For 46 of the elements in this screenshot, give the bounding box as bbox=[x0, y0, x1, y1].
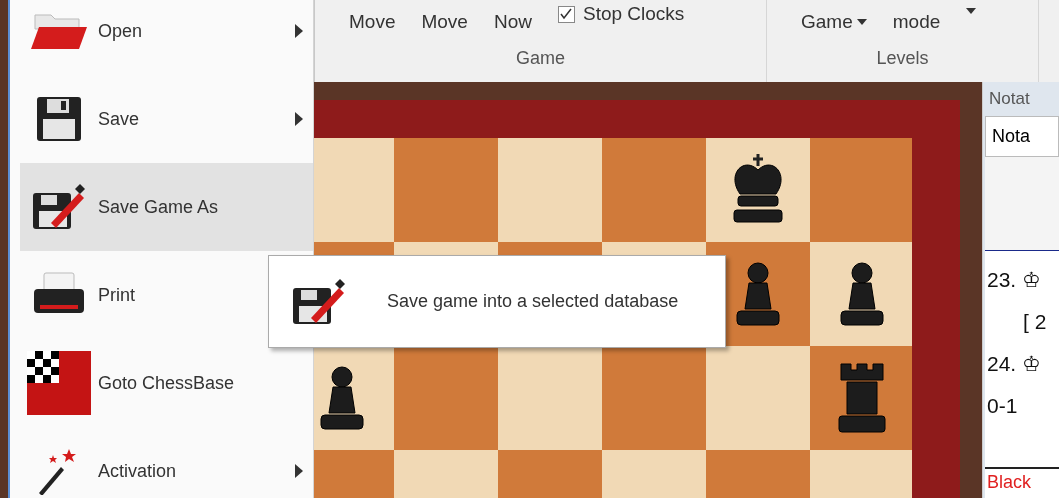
ribbon-button[interactable]: Move bbox=[349, 0, 396, 37]
notation-line: 24. ♔ bbox=[987, 350, 1043, 377]
menu-item-label: Open bbox=[98, 19, 144, 43]
board-square[interactable] bbox=[314, 346, 394, 450]
rook-piece-icon bbox=[835, 362, 889, 434]
pawn-piece-icon bbox=[317, 365, 367, 431]
board-square[interactable] bbox=[810, 242, 912, 346]
ribbon-dropdown[interactable]: Game bbox=[801, 0, 867, 37]
folder-icon bbox=[29, 11, 89, 51]
menu-item[interactable]: Open bbox=[20, 0, 313, 75]
board-square[interactable] bbox=[810, 346, 912, 450]
notation-line: 0-1 bbox=[987, 392, 1019, 419]
notation-tab[interactable]: Nota bbox=[985, 115, 1059, 157]
ribbon-button[interactable]: mode bbox=[892, 0, 941, 37]
floppy-disk-pen-icon bbox=[291, 277, 347, 326]
menu-item[interactable]: Save Game As bbox=[20, 163, 313, 251]
notation-line: [ 2 bbox=[1022, 308, 1048, 335]
ribbon-group-label: Game bbox=[515, 47, 566, 70]
menu-item[interactable]: Save bbox=[20, 75, 313, 163]
menu-item[interactable]: Goto ChessBase bbox=[20, 339, 313, 427]
tooltip-text: Save game into a selected database bbox=[387, 290, 679, 313]
menu-item[interactable]: Print bbox=[20, 251, 313, 339]
floppy-disk-pen-icon bbox=[31, 183, 87, 231]
ribbon-button[interactable]: Now bbox=[493, 0, 532, 37]
menu-item[interactable]: Activation bbox=[20, 427, 313, 498]
checkbox-label: Stop Clocks bbox=[582, 2, 685, 26]
submenu-arrow-icon bbox=[295, 112, 303, 126]
submenu-arrow-icon bbox=[295, 464, 303, 478]
menu-item-label: Save Game As bbox=[98, 195, 220, 219]
status-text: Black bbox=[985, 467, 1059, 498]
menu-item-label: Goto ChessBase bbox=[98, 371, 236, 395]
caret-icon bbox=[966, 8, 977, 14]
menu-item-label: Print bbox=[98, 283, 136, 307]
notation-line: 23. ♔ bbox=[987, 266, 1043, 293]
ribbon-button[interactable]: Move bbox=[421, 0, 468, 37]
caret-icon bbox=[856, 19, 867, 26]
menu-item-label: Activation bbox=[98, 459, 178, 483]
checkbox[interactable] bbox=[557, 5, 575, 23]
panel-title: Notat bbox=[988, 88, 1031, 110]
submenu-arrow-icon bbox=[295, 24, 303, 38]
pawn-piece-icon bbox=[733, 261, 783, 327]
ribbon-group-label: Levels bbox=[875, 47, 930, 70]
menu-item-label: Save bbox=[98, 107, 141, 131]
checkered-flag-logo-icon bbox=[27, 351, 91, 415]
board-square[interactable] bbox=[706, 138, 810, 242]
pawn-piece-icon bbox=[837, 261, 887, 327]
